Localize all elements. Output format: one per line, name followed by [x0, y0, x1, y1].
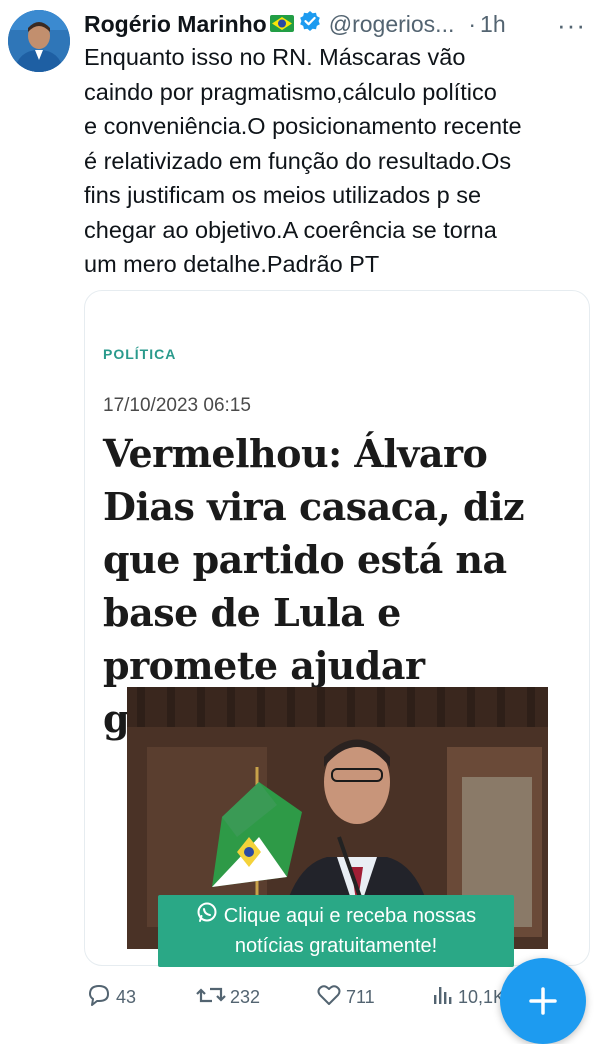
whatsapp-icon [196, 901, 218, 932]
reply-button[interactable]: 43 [86, 983, 136, 1012]
like-icon [316, 983, 346, 1012]
article-date: 17/10/2023 06:15 [103, 395, 251, 416]
whatsapp-cta-banner[interactable]: Clique aqui e receba nossas notícias gra… [158, 895, 514, 967]
like-count: 711 [346, 987, 375, 1007]
views-count: 10,1K [458, 987, 506, 1007]
author-handle[interactable]: @rogerios... [329, 11, 455, 38]
separator: · [468, 10, 477, 37]
views-button[interactable]: 10,1K [432, 983, 505, 1012]
reply-count: 43 [116, 987, 137, 1007]
verified-badge-icon [299, 10, 321, 38]
timestamp[interactable]: 1h [480, 11, 506, 38]
views-icon [432, 983, 458, 1012]
cta-text-line1: Clique aqui e receba nossas [223, 905, 477, 927]
author-name[interactable]: Rogério Marinho [84, 11, 267, 38]
repost-button[interactable]: 232 [196, 983, 260, 1012]
plus-icon [528, 986, 558, 1021]
reply-icon [86, 983, 116, 1012]
brazil-flag-icon [269, 11, 294, 38]
article-category: POLÍTICA [103, 346, 177, 362]
cta-text-line2: notícias gratuitamente! [234, 935, 438, 957]
compose-fab-button[interactable] [500, 958, 586, 1044]
repost-icon [196, 983, 230, 1012]
more-icon[interactable]: ··· [557, 10, 586, 41]
repost-count: 232 [230, 987, 261, 1007]
tweet-text: Enquanto isso no RN. Máscaras vão caindo… [84, 44, 522, 277]
link-card[interactable]: POLÍTICA 17/10/2023 06:15 Vermelhou: Álv… [84, 290, 590, 966]
author-avatar[interactable] [8, 10, 70, 72]
tweet-actions: 43 232 711 10,1K [84, 983, 564, 1013]
tweet-header: Rogério Marinho @rogerios... · 1h ··· [84, 8, 588, 40]
like-button[interactable]: 711 [316, 983, 375, 1012]
